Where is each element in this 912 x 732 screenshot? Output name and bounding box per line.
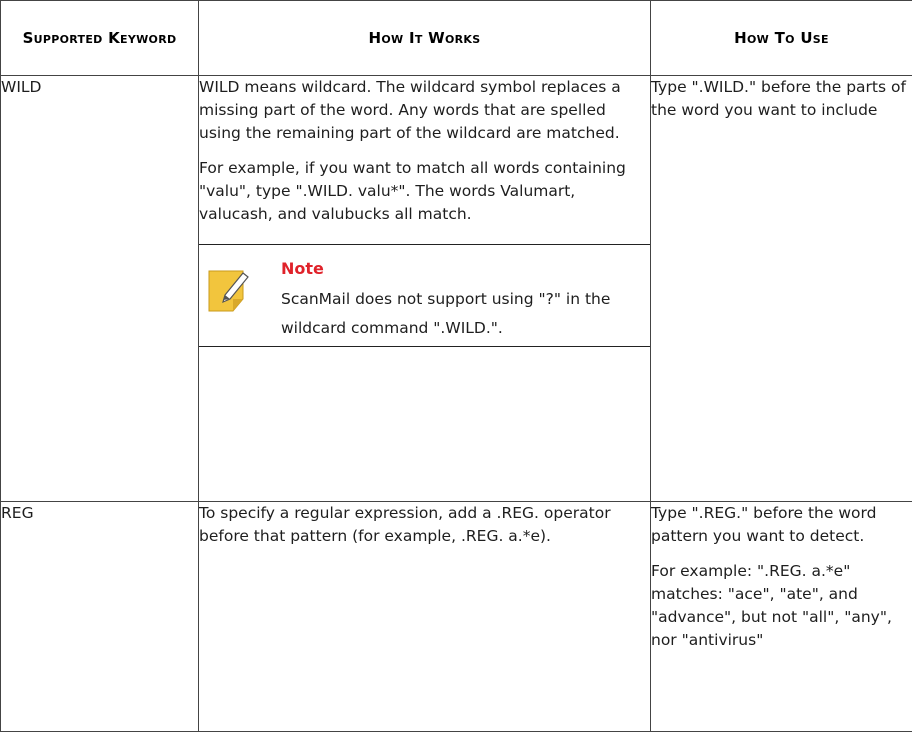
usage-paragraph: Type ".REG." before the word pattern you… [651, 502, 912, 548]
header-how-it-works: How It Works [199, 1, 651, 76]
header-supported-keyword: Supported Keyword [1, 1, 199, 76]
how-to-use-cell: Type ".REG." before the word pattern you… [651, 502, 912, 732]
header-row: Supported Keyword How It Works How To Us… [1, 1, 912, 76]
keyword-cell: WILD [1, 76, 199, 502]
example-paragraph: For example: ".REG. a.*e" matches: "ace"… [651, 560, 912, 652]
keywords-table: Supported Keyword How It Works How To Us… [0, 0, 912, 732]
how-it-works-cell: WILD means wildcard. The wildcard symbol… [199, 76, 651, 502]
description-paragraph: WILD means wildcard. The wildcard symbol… [199, 76, 650, 145]
keyword-cell: REG [1, 502, 199, 732]
table-row: WILD WILD means wildcard. The wildcard s… [1, 76, 912, 502]
note-pencil-icon [207, 267, 253, 313]
note-box: Note ScanMail does not support using "?"… [199, 244, 650, 347]
usage-paragraph: Type ".WILD." before the parts of the wo… [651, 76, 912, 122]
how-to-use-cell: Type ".WILD." before the parts of the wo… [651, 76, 912, 502]
table-row: REG To specify a regular expression, add… [1, 502, 912, 732]
note-title: Note [281, 257, 324, 280]
header-how-to-use: How To Use [651, 1, 912, 76]
description-paragraph: To specify a regular expression, add a .… [199, 502, 650, 548]
note-text: ScanMail does not support using "?" in t… [281, 285, 646, 343]
how-it-works-cell: To specify a regular expression, add a .… [199, 502, 651, 732]
example-paragraph: For example, if you want to match all wo… [199, 157, 650, 226]
